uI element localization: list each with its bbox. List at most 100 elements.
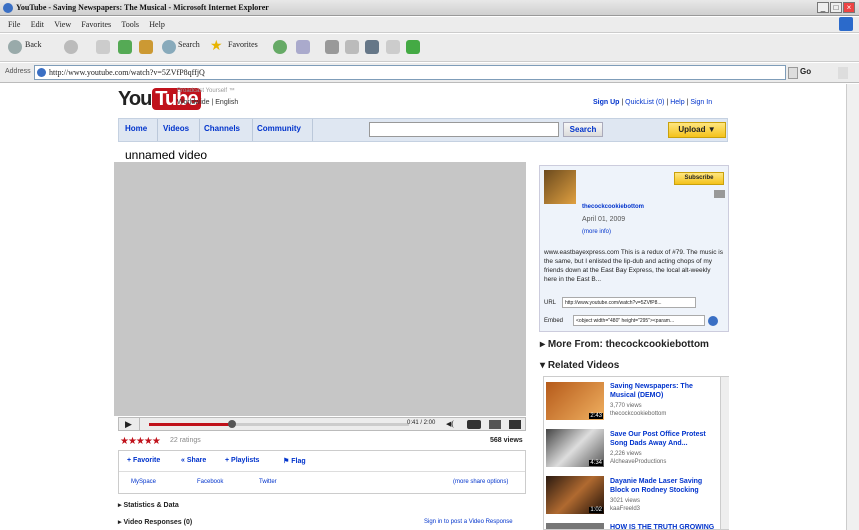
subscribe-button[interactable]: Subscribe xyxy=(674,172,724,185)
messenger-icon[interactable] xyxy=(386,40,400,54)
subscribe-menu-icon[interactable] xyxy=(714,190,725,198)
go-button[interactable]: Go xyxy=(800,67,811,76)
home-icon[interactable] xyxy=(139,40,153,54)
seek-handle[interactable] xyxy=(228,420,237,428)
playlists-button[interactable]: + Playlists xyxy=(225,457,259,464)
related-views: 2,226 views xyxy=(610,451,642,457)
menu-tools[interactable]: Tools xyxy=(121,20,139,29)
view-count: 568 views xyxy=(490,437,523,444)
related-user[interactable]: AlcheaveProductions xyxy=(610,459,666,465)
url-field[interactable]: http://www.youtube.com/watch?v=5ZVfP8... xyxy=(562,297,696,308)
favorite-label: Favorite xyxy=(133,457,161,464)
play-icon[interactable]: ▶ xyxy=(125,419,132,430)
video-player[interactable] xyxy=(114,162,526,416)
menu-edit[interactable]: Edit xyxy=(31,20,44,29)
quicklist-link[interactable]: QuickList (0) xyxy=(625,99,664,106)
duration-badge: 1:02 xyxy=(589,507,603,513)
embed-field[interactable]: <object width="480" height="295"><param.… xyxy=(573,315,705,326)
related-thumbnail[interactable] xyxy=(546,523,604,529)
related-title[interactable]: Dayanie Made Laser Saving Block on Rodne… xyxy=(610,477,720,495)
more-share-options-link[interactable]: (more share options) xyxy=(453,479,508,485)
myspace-link[interactable]: MySpace xyxy=(131,479,156,485)
address-dropdown-icon[interactable] xyxy=(788,67,798,79)
widescreen-icon[interactable] xyxy=(489,420,501,429)
tab-community[interactable]: Community xyxy=(257,124,301,133)
related-title[interactable]: Save Our Post Office Protest Song Dads A… xyxy=(610,430,720,448)
related-user[interactable]: kaaFreeld3 xyxy=(610,506,640,512)
tab-channels[interactable]: Channels xyxy=(204,124,240,133)
tab-home[interactable]: Home xyxy=(125,124,147,133)
video-responses-toggle[interactable]: ▸ Video Responses (0) xyxy=(118,518,192,526)
channel-avatar[interactable] xyxy=(544,170,576,204)
address-label: Address xyxy=(5,68,31,75)
back-arrow-icon[interactable] xyxy=(8,40,22,54)
forward-arrow-icon[interactable] xyxy=(64,40,78,54)
hq-icon[interactable] xyxy=(467,420,481,429)
menu-view[interactable]: View xyxy=(54,20,71,29)
sign-up-link[interactable]: Sign Up xyxy=(593,99,619,106)
menu-file[interactable]: File xyxy=(8,20,20,29)
menu-help[interactable]: Help xyxy=(149,20,165,29)
favorites-star-icon[interactable]: ★ xyxy=(210,37,224,53)
discuss-icon[interactable] xyxy=(365,40,379,54)
video-title: unnamed video xyxy=(125,148,208,162)
back-button-label[interactable]: Back xyxy=(25,40,41,49)
nav-divider xyxy=(199,119,200,141)
favorites-button-label[interactable]: Favorites xyxy=(228,40,258,49)
maximize-button[interactable]: □ xyxy=(830,2,842,13)
search-button-label[interactable]: Search xyxy=(178,40,200,49)
stop-icon[interactable] xyxy=(96,40,110,54)
facebook-link[interactable]: Facebook xyxy=(197,479,223,485)
post-response-link[interactable]: Sign in to post a Video Response xyxy=(424,519,513,525)
flag-button[interactable]: ⚑ Flag xyxy=(283,457,306,465)
search-button[interactable]: Search xyxy=(563,122,603,137)
upload-button[interactable]: Upload ▼ xyxy=(668,122,726,138)
channel-username[interactable]: thecockcookiebottom xyxy=(582,204,644,210)
help-link[interactable]: Help xyxy=(670,99,684,106)
more-info-link[interactable]: (more info) xyxy=(582,229,611,235)
related-thumbnail[interactable]: 4:34 xyxy=(546,429,604,467)
statistics-toggle[interactable]: ▸ Statistics & Data xyxy=(118,501,179,509)
links-icon[interactable] xyxy=(838,67,848,79)
controls-divider xyxy=(139,418,140,430)
more-from-heading[interactable]: ▸ More From: thecockcookiebottom xyxy=(540,339,709,350)
menu-favorites[interactable]: Favorites xyxy=(81,20,111,29)
page-scrollbar[interactable] xyxy=(846,84,859,530)
search-icon[interactable] xyxy=(162,40,176,54)
print-icon[interactable] xyxy=(325,40,339,54)
research-icon[interactable] xyxy=(406,40,420,54)
volume-icon[interactable]: ◀( xyxy=(446,420,454,428)
address-input[interactable]: http://www.youtube.com/watch?v=5ZVfP8qff… xyxy=(34,65,786,80)
share-label: Share xyxy=(186,457,207,464)
related-videos-heading[interactable]: ▾ Related Videos xyxy=(540,360,619,371)
seek-bar[interactable] xyxy=(149,420,409,428)
favorite-button[interactable]: + Favorite xyxy=(127,457,160,464)
edit-icon[interactable] xyxy=(345,40,359,54)
history-icon[interactable] xyxy=(273,40,287,54)
share-button[interactable]: « Share xyxy=(181,457,206,464)
locale-selector[interactable]: Worldwide | English xyxy=(177,99,238,106)
twitter-link[interactable]: Twitter xyxy=(259,479,277,485)
minimize-button[interactable]: _ xyxy=(817,2,829,13)
related-user[interactable]: thecockcookiebottom xyxy=(610,411,666,417)
related-thumbnail[interactable]: 2:43 xyxy=(546,382,604,420)
search-input[interactable] xyxy=(369,122,559,137)
related-scrollbar[interactable] xyxy=(720,377,729,529)
embed-label: Embed xyxy=(544,318,564,324)
embed-settings-icon[interactable] xyxy=(708,316,718,326)
seek-bar-fill xyxy=(149,423,233,426)
rating-stars[interactable]: ★★★★★ xyxy=(120,436,161,447)
fullscreen-icon[interactable] xyxy=(509,420,521,429)
mail-icon[interactable] xyxy=(296,40,310,54)
tab-videos[interactable]: Videos xyxy=(163,124,189,133)
chevron-down-icon: ▼ xyxy=(707,125,716,134)
refresh-icon[interactable] xyxy=(118,40,132,54)
sign-in-link[interactable]: Sign In xyxy=(690,99,712,106)
related-title[interactable]: HOW IS THE TRUTH GROWING xyxy=(610,523,720,530)
related-title[interactable]: Saving Newspapers: The Musical (DEMO) xyxy=(610,382,720,400)
window-titlebar: YouTube - Saving Newspapers: The Musical… xyxy=(0,0,859,16)
tagline: Broadcast Yourself ™ xyxy=(177,88,235,94)
related-thumbnail[interactable]: 1:02 xyxy=(546,476,604,514)
close-button[interactable]: × xyxy=(843,2,855,13)
duration-badge: 4:34 xyxy=(589,460,603,466)
